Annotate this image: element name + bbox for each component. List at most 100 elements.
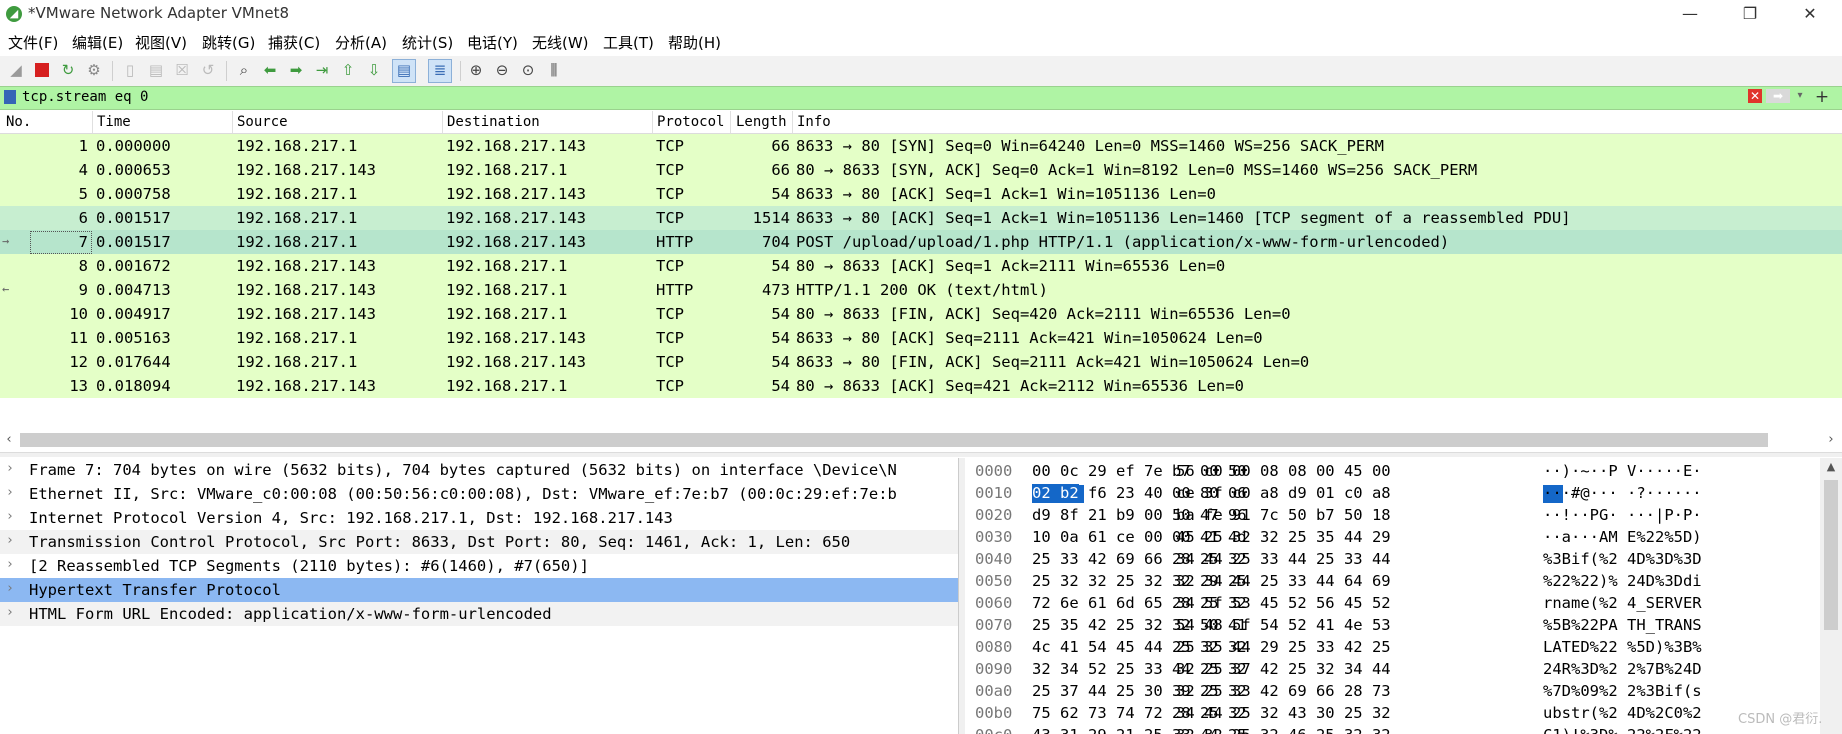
detail-ipv4[interactable]: › Internet Protocol Version 4, Src: 192.…: [0, 506, 958, 530]
start-capture-icon[interactable]: ◢: [6, 60, 26, 80]
bytes-ascii[interactable]: %22%22)% 24D%3Ddi: [1543, 572, 1702, 590]
bytes-ascii[interactable]: %3Bif(%2 4D%3D%3D: [1543, 550, 1702, 568]
menu-edit[interactable]: 编辑(E): [72, 32, 123, 53]
menu-help[interactable]: 帮助(H): [668, 32, 721, 53]
column-protocol[interactable]: Protocol: [657, 114, 724, 130]
vscroll-thumb[interactable]: [1824, 480, 1838, 630]
expand-chevron-icon[interactable]: ›: [6, 461, 14, 476]
bytes-ascii[interactable]: ··!··PG· ···|P·P·: [1543, 506, 1702, 524]
column-time[interactable]: Time: [97, 114, 131, 130]
selected-bytes[interactable]: 02 b2: [1032, 484, 1079, 502]
packet-row[interactable]: 5 0.000758 192.168.217.1 192.168.217.143…: [0, 182, 1842, 206]
bytes-ascii[interactable]: ··)·~··P V·····E·: [1543, 462, 1702, 480]
close-file-icon[interactable]: ☒: [172, 60, 192, 80]
expand-chevron-icon[interactable]: ›: [6, 581, 14, 596]
column-source[interactable]: Source: [237, 114, 288, 130]
bytes-hex[interactable]: 34 5f 53 45 52 56 45 52: [1176, 594, 1391, 612]
bytes-hex[interactable]: 34 44 25 33 44 25 33 44: [1176, 550, 1391, 568]
packet-row[interactable]: 12 0.017644 192.168.217.1 192.168.217.14…: [0, 350, 1842, 374]
open-file-icon[interactable]: ▯: [120, 60, 140, 80]
find-packet-icon[interactable]: ⌕: [234, 60, 254, 80]
column-destination[interactable]: Destination: [447, 114, 540, 130]
colorize-icon[interactable]: ≣: [428, 59, 452, 83]
vertical-splitter[interactable]: [958, 458, 965, 734]
menu-analyze[interactable]: 分析(A): [335, 32, 387, 53]
hscroll-thumb[interactable]: [20, 433, 1768, 447]
zoom-in-icon[interactable]: ⊕: [466, 60, 486, 80]
expand-chevron-icon[interactable]: ›: [6, 509, 14, 524]
bytes-hex[interactable]: 32 34 44 25 33 44 64 69: [1176, 572, 1391, 590]
add-filter-button-icon[interactable]: +: [1812, 87, 1832, 107]
first-packet-icon[interactable]: ⇧: [338, 60, 358, 80]
bytes-ascii[interactable]: rname(%2 4_SERVER: [1543, 594, 1702, 612]
bytes-ascii[interactable]: ···#@··· ·?······: [1543, 484, 1702, 502]
bytes-hex[interactable]: 32 25 37 42 25 32 34 44: [1176, 660, 1391, 678]
detail-form-urlencoded[interactable]: › HTML Form URL Encoded: application/x-w…: [0, 602, 958, 626]
scroll-right-icon[interactable]: ›: [1824, 432, 1838, 448]
detail-reassembled[interactable]: › [2 Reassembled TCP Segments (2110 byte…: [0, 554, 958, 578]
bytes-ascii[interactable]: ubstr(%2 4D%2C0%2: [1543, 704, 1702, 722]
bytes-hex[interactable]: 32 32 25 32 46 25 32 32: [1176, 726, 1391, 734]
expand-chevron-icon[interactable]: ›: [6, 533, 14, 548]
packet-row[interactable]: 4 0.000653 192.168.217.143 192.168.217.1…: [0, 158, 1842, 182]
bookmark-icon[interactable]: [4, 90, 16, 104]
bytes-vscrollbar[interactable]: ▲: [1820, 458, 1842, 734]
menu-capture[interactable]: 捕获(C): [268, 32, 320, 53]
menu-wireless[interactable]: 无线(W): [532, 32, 589, 53]
packet-row[interactable]: 10 0.004917 192.168.217.143 192.168.217.…: [0, 302, 1842, 326]
menu-tools[interactable]: 工具(T): [603, 32, 654, 53]
packet-row[interactable]: ← 9 0.004713 192.168.217.143 192.168.217…: [0, 278, 1842, 302]
column-no[interactable]: No.: [6, 114, 31, 130]
clear-filter-icon[interactable]: ✕: [1748, 89, 1762, 103]
packet-row[interactable]: 8 0.001672 192.168.217.143 192.168.217.1…: [0, 254, 1842, 278]
bytes-hex[interactable]: 34 44 25 32 43 30 25 32: [1176, 704, 1391, 722]
scroll-up-icon[interactable]: ▲: [1824, 460, 1838, 474]
detail-ethernet[interactable]: › Ethernet II, Src: VMware_c0:00:08 (00:…: [0, 482, 958, 506]
scroll-left-icon[interactable]: ‹: [2, 432, 16, 448]
go-forward-icon[interactable]: ➡: [286, 60, 306, 80]
last-packet-icon[interactable]: ⇩: [364, 60, 384, 80]
bytes-hex[interactable]: 25 35 44 29 25 33 42 25: [1176, 638, 1391, 656]
close-button[interactable]: ✕: [1786, 0, 1834, 28]
menu-statistics[interactable]: 统计(S): [402, 32, 453, 53]
detail-tcp[interactable]: › Transmission Control Protocol, Src Por…: [0, 530, 958, 554]
bytes-hex[interactable]: ba fe 91 7c 50 b7 50 18: [1176, 506, 1391, 524]
packet-row[interactable]: 1 0.000000 192.168.217.1 192.168.217.143…: [0, 134, 1842, 158]
capture-options-icon[interactable]: ⚙: [84, 60, 104, 80]
filter-history-dropdown-icon[interactable]: ▾: [1794, 89, 1806, 103]
menu-telephony[interactable]: 电话(Y): [467, 32, 518, 53]
packet-row[interactable]: 13 0.018094 192.168.217.143 192.168.217.…: [0, 374, 1842, 398]
expand-chevron-icon[interactable]: ›: [6, 557, 14, 572]
resize-columns-icon[interactable]: ⫼: [544, 60, 564, 80]
column-info[interactable]: Info: [797, 114, 831, 130]
minimize-button[interactable]: —: [1666, 0, 1714, 28]
packet-row[interactable]: 6 0.001517 192.168.217.1 192.168.217.143…: [0, 206, 1842, 230]
detail-http-selected[interactable]: › Hypertext Transfer Protocol: [0, 578, 958, 602]
pane-splitter[interactable]: [0, 452, 1842, 457]
maximize-button[interactable]: ❐: [1726, 0, 1774, 28]
expand-chevron-icon[interactable]: ›: [6, 485, 14, 500]
menu-go[interactable]: 跳转(G): [202, 32, 255, 53]
zoom-out-icon[interactable]: ⊖: [492, 60, 512, 80]
bytes-hex[interactable]: 45 25 32 32 25 35 44 29: [1176, 528, 1391, 546]
expand-chevron-icon[interactable]: ›: [6, 605, 14, 620]
apply-filter-icon[interactable]: ➡: [1766, 89, 1790, 103]
normal-size-icon[interactable]: ⊙: [518, 60, 538, 80]
menu-file[interactable]: 文件(F): [8, 32, 58, 53]
bytes-ascii[interactable]: LATED%22 %5D)%3B%: [1543, 638, 1702, 656]
bytes-ascii[interactable]: %7D%09%2 2%3Bif(s: [1543, 682, 1702, 700]
bytes-hex[interactable]: ce 3f c0 a8 d9 01 c0 a8: [1176, 484, 1391, 502]
go-back-icon[interactable]: ⬅: [260, 60, 280, 80]
display-filter-input[interactable]: [22, 88, 1742, 106]
reload-file-icon[interactable]: ↺: [198, 60, 218, 80]
bytes-ascii[interactable]: ··a···AM E%22%5D): [1543, 528, 1702, 546]
menu-view[interactable]: 视图(V): [135, 32, 187, 53]
bytes-ascii[interactable]: %5B%22PA TH_TRANS: [1543, 616, 1702, 634]
detail-frame[interactable]: › Frame 7: 704 bytes on wire (5632 bits)…: [0, 458, 958, 482]
bytes-hex[interactable]: 54 48 5f 54 52 41 4e 53: [1176, 616, 1391, 634]
packet-row[interactable]: 11 0.005163 192.168.217.1 192.168.217.14…: [0, 326, 1842, 350]
packet-list-hscrollbar[interactable]: ‹ ›: [0, 430, 1842, 450]
bytes-hex[interactable]: 32 25 33 42 69 66 28 73: [1176, 682, 1391, 700]
bytes-hex[interactable]: 56 c0 00 08 08 00 45 00: [1176, 462, 1391, 480]
autoscroll-icon[interactable]: ▤: [392, 59, 416, 83]
